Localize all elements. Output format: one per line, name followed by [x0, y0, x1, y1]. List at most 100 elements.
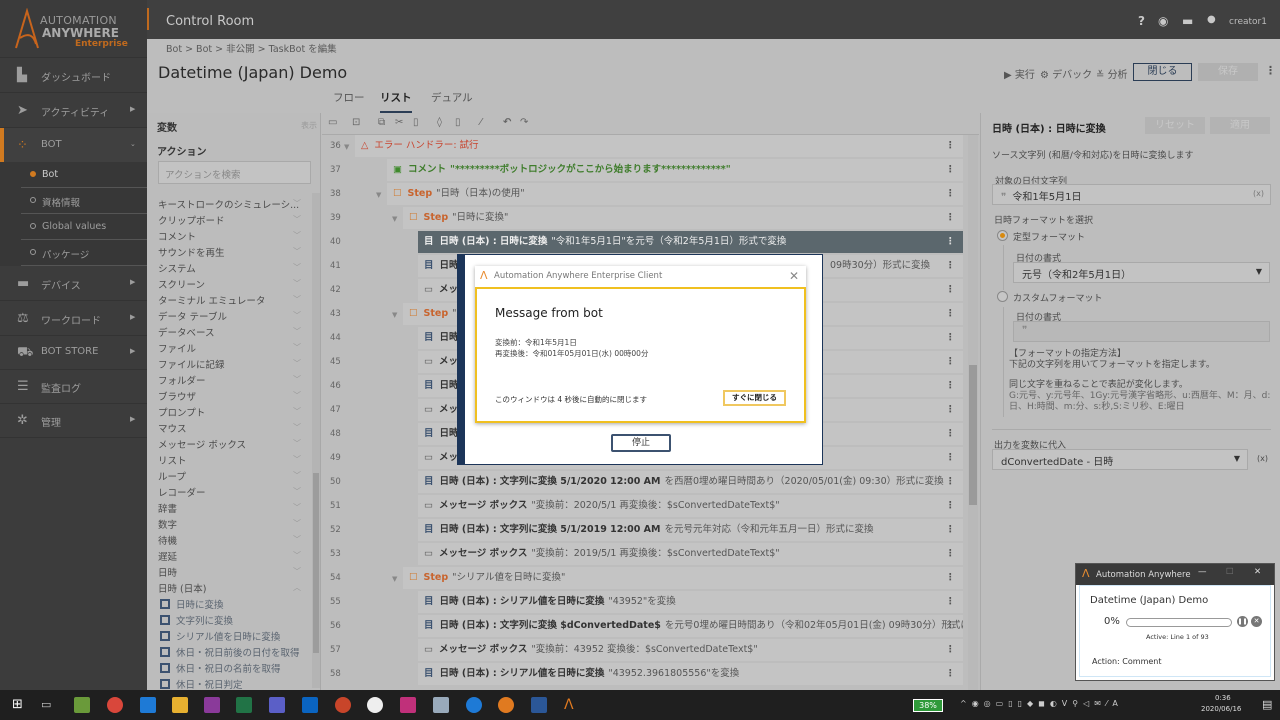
kebab-menu-icon[interactable]: ⋮: [946, 303, 956, 325]
list-row[interactable]: ☐ Step "日時に変換" ⋮: [403, 207, 963, 229]
explorer-app-icon[interactable]: [172, 697, 188, 713]
logo[interactable]: AUTOMATION ANYWHERE Enterprise: [0, 0, 147, 58]
kebab-menu-icon[interactable]: ⋮: [946, 375, 956, 397]
automation-anywhere-app-icon[interactable]: Λ: [564, 697, 580, 713]
apply-button[interactable]: 適用: [1210, 117, 1270, 134]
list-row[interactable]: ☐ Step "シリアル値を日時に変換" ⋮: [403, 567, 963, 589]
kebab-menu-icon[interactable]: ⋮: [946, 447, 956, 469]
action-item[interactable]: 休日・祝日判定: [160, 677, 243, 691]
list-scrollbar[interactable]: [968, 135, 978, 690]
sidebar-subitem[interactable]: Bot: [0, 162, 147, 188]
kebab-menu-icon[interactable]: ⋮: [946, 327, 956, 349]
onenote-app-icon[interactable]: [204, 697, 220, 713]
list-row[interactable]: ▭ メッセージ ボックス "変換前：2019/5/1 再変換後：$sConverte…: [418, 543, 963, 565]
chevron-down-icon[interactable]: ﹀: [293, 566, 301, 577]
kebab-menu-icon[interactable]: ⋮: [946, 567, 956, 589]
chevron-down-icon[interactable]: ﹀: [293, 390, 301, 401]
chevron-down-icon[interactable]: ﹀: [293, 550, 301, 561]
action-item[interactable]: 文字列に変換: [160, 613, 233, 627]
chevron-down-icon[interactable]: ﹀: [293, 422, 301, 433]
sidebar-item[interactable]: ➤ アクティビティ ▶: [0, 93, 147, 128]
action-item[interactable]: 日時に変換: [160, 597, 224, 611]
action-category[interactable]: 遅延: [158, 549, 177, 563]
intellij-app-icon[interactable]: [400, 697, 416, 713]
paste-icon[interactable]: ▯: [413, 117, 419, 128]
kebab-menu-icon[interactable]: ⋮: [946, 519, 956, 541]
kebab-menu-icon[interactable]: ⋮: [946, 159, 956, 181]
run-button[interactable]: ▶ 実行: [1004, 66, 1035, 81]
redo-icon[interactable]: ↷: [520, 117, 528, 128]
kebab-menu-icon[interactable]: ⋮: [946, 183, 956, 205]
chevron-down-icon[interactable]: ﹀: [293, 518, 301, 529]
tab-dual[interactable]: デュアル: [431, 90, 473, 105]
chevron-down-icon[interactable]: ﹀: [293, 230, 301, 241]
list-row[interactable]: 目日時 (日本) : 文字列に変換 5/1/2019 12:00 AM を元号元年…: [418, 519, 963, 541]
kebab-menu-icon[interactable]: ⋮: [946, 543, 956, 565]
action-category[interactable]: プロンプト: [158, 405, 205, 419]
action-category[interactable]: 日時: [158, 565, 177, 579]
disable-icon[interactable]: ⁄: [480, 117, 482, 128]
kebab-menu-icon[interactable]: ⋮: [946, 135, 956, 157]
chevron-down-icon[interactable]: ﹀: [293, 534, 301, 545]
kebab-menu-icon[interactable]: ⋮: [946, 495, 956, 517]
kebab-menu-icon[interactable]: ⋮: [946, 207, 956, 229]
actions-scrollbar[interactable]: [312, 193, 320, 688]
analyze-button[interactable]: ≚ 分析: [1096, 66, 1128, 81]
action-category[interactable]: ファイルに記録: [158, 357, 225, 371]
kebab-menu-icon[interactable]: ⋮: [946, 639, 956, 661]
stop-button[interactable]: 停止: [611, 434, 671, 452]
fixed-format-radio[interactable]: [997, 230, 1008, 241]
action-category[interactable]: 数字: [158, 517, 177, 531]
sidebar-item[interactable]: ⛟ BOT STORE ▶: [0, 335, 147, 370]
notifications-icon[interactable]: ▤: [1262, 698, 1272, 711]
record-icon[interactable]: ▭: [328, 117, 337, 128]
kebab-menu-icon[interactable]: ⋮: [946, 591, 956, 613]
pause-icon[interactable]: ❚❚: [1237, 616, 1248, 627]
search-app-icon[interactable]: [498, 697, 514, 713]
app-icon[interactable]: [433, 697, 449, 713]
system-tray-icons[interactable]: ^◉◎▭▯▯◆◼◐V⚲◁✉⁄A: [960, 699, 1123, 708]
action-category[interactable]: レコーダー: [158, 485, 206, 499]
chevron-down-icon[interactable]: ﹀: [293, 470, 301, 481]
close-now-button[interactable]: すぐに閉じる: [723, 390, 786, 406]
action-category[interactable]: システム: [158, 261, 196, 275]
date-format-select[interactable]: 元号（令和2年5月1日） ▼: [1013, 262, 1270, 283]
collapse-caret-icon[interactable]: ▼: [392, 311, 397, 319]
chevron-down-icon[interactable]: ﹀: [293, 342, 301, 353]
clock-date[interactable]: 2020/06/16: [1201, 705, 1241, 713]
action-search-input[interactable]: アクションを検索: [158, 161, 311, 184]
breadcrumb[interactable]: Bot > Bot > 非公開 > TaskBot を編集: [166, 41, 337, 55]
app-icon[interactable]: [367, 697, 383, 713]
sidebar-item[interactable]: ⁘ BOT ⌄: [0, 128, 147, 163]
kebab-menu-icon[interactable]: ⋮: [946, 399, 956, 421]
kebab-menu-icon[interactable]: ⋮: [946, 351, 956, 373]
close-icon[interactable]: ✕: [789, 269, 799, 283]
close-button[interactable]: 閉じる: [1133, 63, 1192, 81]
chevron-down-icon[interactable]: ﹀: [293, 198, 301, 209]
globe-icon[interactable]: ◉: [1158, 14, 1168, 28]
cut-icon[interactable]: ✂: [395, 117, 403, 128]
copy-icon[interactable]: ⧉: [378, 117, 385, 128]
chevron-down-icon[interactable]: ﹀: [293, 294, 301, 305]
chevron-down-icon[interactable]: ﹀: [293, 278, 301, 289]
chevron-down-icon[interactable]: ﹀: [293, 406, 301, 417]
stop-icon[interactable]: ✕: [1251, 616, 1262, 627]
list-row[interactable]: ▭ メッセージ ボックス "変換前：2020/5/1 再変換後：$sConverte…: [418, 495, 963, 517]
action-category[interactable]: サウンドを再生: [158, 245, 225, 259]
help-icon[interactable]: ?: [1138, 14, 1145, 28]
minimize-icon[interactable]: —: [1198, 567, 1207, 577]
variable-insert-icon[interactable]: (x): [1257, 454, 1268, 463]
chevron-down-icon[interactable]: ﹀: [293, 486, 301, 497]
devices-icon[interactable]: ▬: [1182, 14, 1193, 28]
tab-flow[interactable]: フロー: [333, 90, 365, 105]
action-item[interactable]: 休日・祝日の名前を取得: [160, 661, 281, 675]
sidebar-item[interactable]: ✲ 管理 ▶: [0, 403, 147, 438]
clock-time[interactable]: 0:36: [1215, 694, 1231, 702]
maps-app-icon[interactable]: [466, 697, 482, 713]
chevron-down-icon[interactable]: ﹀: [293, 502, 301, 513]
chevron-down-icon[interactable]: ﹀: [293, 438, 301, 449]
action-category[interactable]: リスト: [158, 453, 187, 467]
excel-app-icon[interactable]: [236, 697, 252, 713]
user-name[interactable]: creator1: [1229, 17, 1267, 27]
undo-icon[interactable]: ↶: [503, 117, 511, 128]
